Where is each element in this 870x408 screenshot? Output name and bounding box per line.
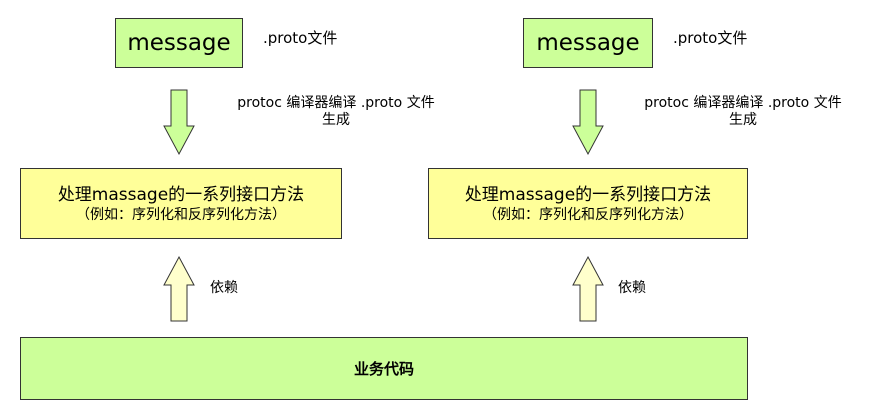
business-code-box: 业务代码 [20, 337, 748, 400]
left-message-label: message [127, 30, 231, 56]
left-api-box: 处理massage的一系列接口方法 （例如：序列化和反序列化方法） [20, 168, 342, 239]
left-depend-label: 依赖 [210, 280, 238, 296]
right-generate-arrow-icon [572, 89, 604, 156]
left-compile-label: protoc 编译器编译 .proto 文件 生成 [216, 95, 456, 129]
left-compile-label-line2: 生成 [322, 112, 350, 128]
right-api-box: 处理massage的一系列接口方法 （例如：序列化和反序列化方法） [428, 168, 748, 239]
right-message-box: message [523, 18, 653, 68]
left-proto-file-label: .proto文件 [263, 29, 338, 47]
right-proto-file-label: .proto文件 [673, 29, 748, 47]
right-compile-label: protoc 编译器编译 .proto 文件 生成 [624, 95, 862, 129]
right-depend-arrow-icon [572, 255, 604, 322]
right-compile-label-line1: protoc 编译器编译 .proto 文件 [644, 95, 842, 111]
business-code-label: 业务代码 [353, 360, 414, 378]
left-compile-label-line1: protoc 编译器编译 .proto 文件 [237, 95, 435, 111]
left-generate-arrow-icon [163, 89, 195, 156]
right-message-label: message [536, 30, 640, 56]
left-message-box: message [115, 18, 243, 68]
left-api-subtitle: （例如：序列化和反序列化方法） [76, 206, 286, 223]
left-api-title: 处理massage的一系列接口方法 [57, 184, 305, 205]
right-api-title: 处理massage的一系列接口方法 [464, 184, 712, 205]
left-depend-arrow-icon [163, 255, 195, 322]
right-compile-label-line2: 生成 [729, 112, 757, 128]
right-depend-label: 依赖 [618, 280, 646, 296]
right-api-subtitle: （例如：序列化和反序列化方法） [483, 206, 693, 223]
